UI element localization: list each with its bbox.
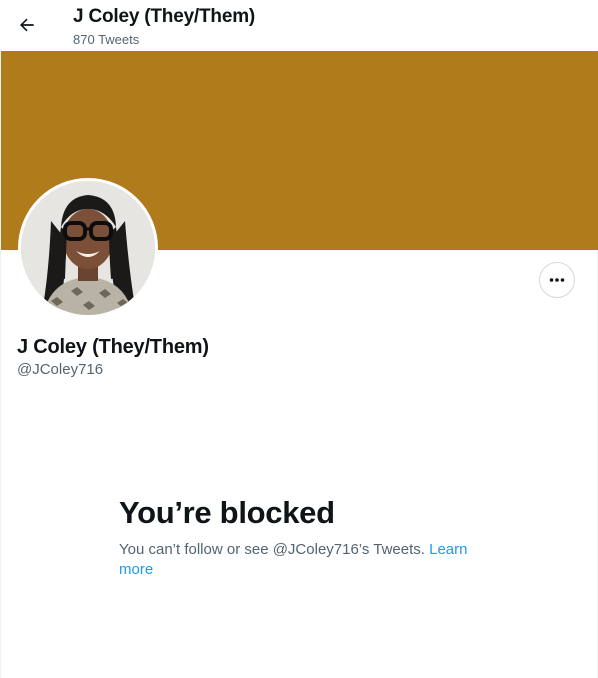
- avatar[interactable]: [18, 178, 158, 318]
- profile-header: J Coley (They/Them) 870 Tweets: [0, 0, 598, 50]
- avatar-photo: [21, 181, 155, 315]
- more-options-button[interactable]: [539, 262, 575, 298]
- display-name: J Coley (They/Them): [17, 336, 209, 358]
- blocked-title: You’re blocked: [119, 495, 335, 530]
- tweet-count: 870 Tweets: [73, 32, 140, 47]
- header-title: J Coley (They/Them): [73, 6, 256, 27]
- back-button[interactable]: [10, 8, 44, 42]
- user-handle: @JColey716: [17, 361, 104, 378]
- blocked-message-text: You can’t follow or see @JColey716’s Twe…: [119, 541, 430, 558]
- more-horizontal-icon: [549, 278, 565, 282]
- arrow-left-icon: [20, 18, 34, 32]
- blocked-message: You can’t follow or see @JColey716’s Twe…: [119, 540, 479, 580]
